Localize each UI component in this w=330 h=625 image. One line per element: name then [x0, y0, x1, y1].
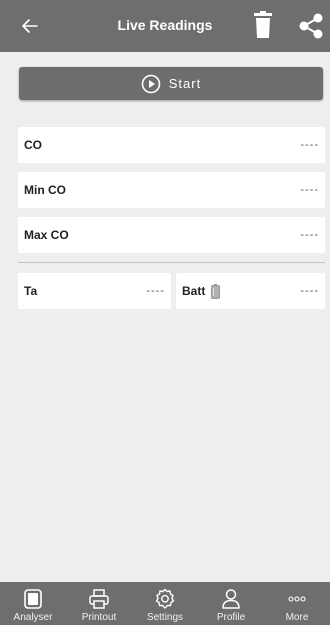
reading-card-ta: Ta ---- [18, 273, 171, 309]
nav-label: More [285, 612, 309, 623]
reading-value: ---- [300, 139, 319, 151]
start-button[interactable]: Start [19, 67, 323, 100]
reading-label-wrap: Batt [182, 283, 221, 299]
reading-label: Ta [24, 284, 38, 298]
more-icon [288, 596, 306, 602]
reading-value: ---- [300, 184, 319, 196]
nav-item-analyser[interactable]: Analyser [0, 582, 66, 625]
analyser-icon [24, 589, 42, 609]
share-icon[interactable] [298, 12, 324, 40]
reading-card-batt: Batt ---- [176, 273, 325, 309]
gear-icon [155, 588, 175, 609]
user-icon [222, 589, 240, 609]
trash-icon[interactable] [253, 11, 273, 39]
nav-label: Profile [216, 612, 246, 623]
reading-label: CO [24, 138, 42, 152]
bottom-navigation: Analyser Printout Settings Profile More [0, 582, 330, 625]
reading-card-min-co: Min CO ---- [18, 172, 325, 208]
nav-item-settings[interactable]: Settings [132, 582, 198, 625]
nav-label: Analyser [13, 612, 53, 623]
battery-icon [211, 283, 221, 299]
reading-label: Max CO [24, 228, 69, 242]
nav-item-profile[interactable]: Profile [198, 582, 264, 625]
reading-label: Min CO [24, 183, 66, 197]
nav-item-more[interactable]: More [264, 582, 330, 625]
printer-icon [89, 589, 109, 609]
reading-value: ---- [300, 285, 319, 297]
section-divider [18, 262, 325, 263]
reading-card-co: CO ---- [18, 127, 325, 163]
nav-item-printout[interactable]: Printout [66, 582, 132, 625]
top-app-bar: Live Readings [0, 0, 330, 52]
nav-label: Printout [81, 612, 117, 623]
page-title: Live Readings [117, 17, 213, 33]
reading-value: ---- [146, 285, 165, 297]
nav-label: Settings [146, 612, 184, 623]
reading-value: ---- [300, 229, 319, 241]
start-button-label: Start [168, 76, 202, 91]
reading-label: Batt [182, 284, 206, 298]
reading-card-max-co: Max CO ---- [18, 217, 325, 253]
play-circle-icon [141, 74, 161, 93]
